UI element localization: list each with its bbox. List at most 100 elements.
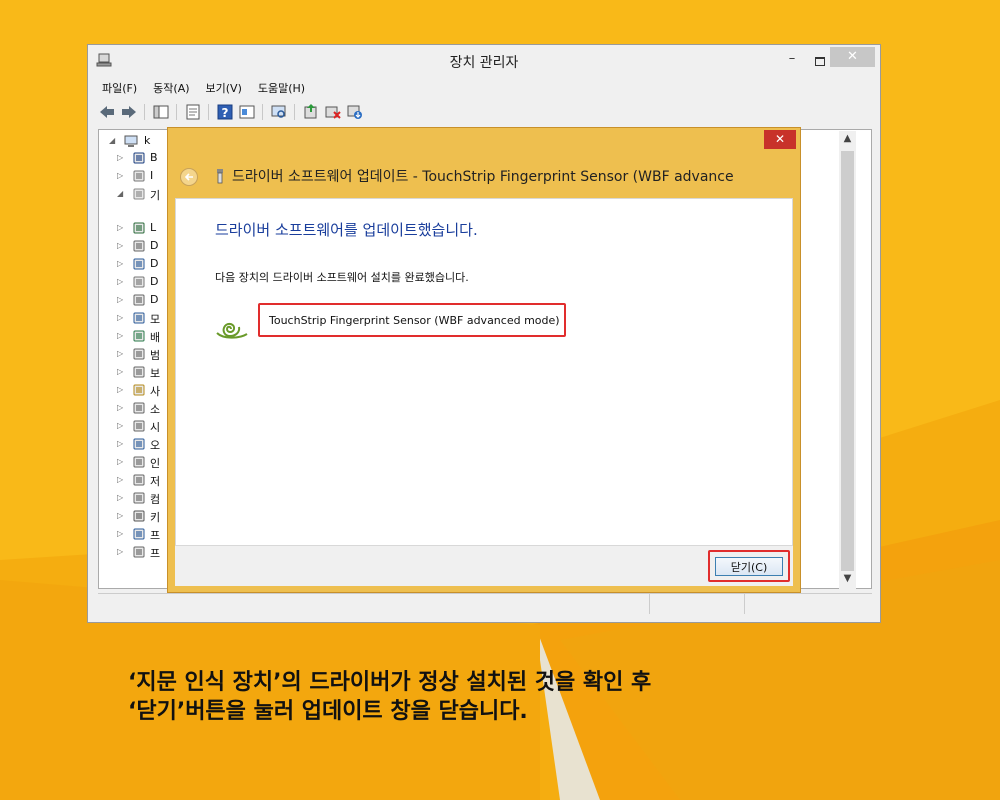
expand-icon[interactable]: ▷ [117,385,123,394]
network-adapter-icon [133,330,145,342]
maximize-button[interactable] [810,51,830,67]
scan-hardware-icon[interactable] [270,103,288,121]
tree-root[interactable]: ◢ k [99,133,169,151]
expand-icon[interactable]: ◢ [117,189,123,198]
tree-item[interactable] [99,202,189,220]
expand-icon[interactable]: ▷ [117,171,123,180]
scroll-down-button[interactable]: ▼ [839,573,856,587]
back-button[interactable] [180,168,198,186]
device-name-highlight: TouchStrip Fingerprint Sensor (WBF advan… [258,303,566,337]
help-icon[interactable]: ? [216,103,234,121]
toolbar-separator [262,104,263,120]
update-driver-icon[interactable] [302,103,320,121]
computer-icon [133,528,145,540]
expand-icon[interactable]: ▷ [117,421,123,430]
window-close-button[interactable]: ✕ [830,47,875,67]
scroll-thumb[interactable] [841,151,854,571]
expand-icon[interactable]: ▷ [117,259,123,268]
menu-bar: 파일(F) 동작(A) 보기(V) 도움말(H) [94,77,313,99]
tree-root-label: k [144,134,151,147]
expand-icon[interactable]: ◢ [109,136,115,145]
tree-item[interactable]: ▷ 컴 [99,490,169,508]
dialog-close-button[interactable]: ✕ [764,130,796,149]
tree-item[interactable]: ▷ 시 [99,418,169,436]
tree-item[interactable]: ▷ 배 [99,328,169,346]
expand-icon[interactable]: ▷ [117,349,123,358]
tree-item-label: 기 [150,189,161,202]
tree-item-label: 배 [150,331,161,344]
tree-item[interactable]: ▷ 키 [99,508,169,526]
scroll-up-button[interactable]: ▲ [839,133,856,147]
tree-item[interactable]: ▷ 소 [99,400,169,418]
tree-item-label: D [150,275,159,288]
expand-icon[interactable]: ▷ [117,277,123,286]
close-button[interactable]: 닫기(C) [715,557,783,576]
expand-icon[interactable]: ▷ [117,153,123,162]
expand-icon[interactable]: ▷ [117,439,123,448]
tree-item[interactable]: ▷ 사 [99,382,169,400]
uninstall-device-icon[interactable] [346,103,364,121]
expand-icon[interactable]: ▷ [117,529,123,538]
tree-item[interactable]: ▷ 인 [99,454,169,472]
tree-item[interactable]: ▷ 저 [99,472,169,490]
port-icon [133,366,145,378]
view-icon[interactable] [238,103,256,121]
expand-icon[interactable]: ▷ [117,511,123,520]
tree-item[interactable]: ▷ D [99,274,169,292]
tree-item[interactable]: ▷ D [99,238,169,256]
show-hide-tree-icon[interactable] [152,103,170,121]
back-arrow-icon [184,173,193,181]
tree-item[interactable]: ▷ 모 [99,310,169,328]
tree-item[interactable]: ▷ 오 [99,436,169,454]
tree-item-label: 모 [150,313,161,326]
tree-item[interactable]: ▷ B [99,150,169,168]
title-bar[interactable]: 장치 관리자 – ✕ [88,45,880,75]
expand-icon[interactable]: ▷ [117,367,123,376]
display-icon [133,258,145,270]
tree-item-label: 프 [150,529,161,542]
minimize-button[interactable]: – [782,51,802,67]
tree-item[interactable]: ▷ 프 [99,544,169,562]
expand-icon[interactable]: ▷ [117,475,123,484]
expand-icon[interactable]: ▷ [117,295,123,304]
back-arrow-icon[interactable] [98,103,116,121]
disable-device-icon[interactable] [324,103,342,121]
expand-icon[interactable]: ▷ [117,403,123,412]
software-icon [133,510,145,522]
forward-arrow-icon[interactable] [120,103,138,121]
bluetooth-icon [133,152,145,164]
tree-item[interactable]: ▷ 범 [99,346,169,364]
tree-item-label: 컴 [150,493,161,506]
mouse-icon [133,276,145,288]
expand-icon[interactable]: ▷ [117,331,123,340]
menu-file[interactable]: 파일(F) [94,77,145,99]
dialog-title: 드라이버 소프트웨어 업데이트 - TouchStrip Fingerprint… [232,169,734,185]
tree-item[interactable]: ▷ 보 [99,364,169,382]
tree-item-label: B [150,151,158,164]
expand-icon[interactable]: ▷ [117,493,123,502]
tree-item[interactable]: ▷ D [99,292,169,310]
menu-action[interactable]: 동작(A) [145,77,197,99]
close-button-highlight: 닫기(C) [708,550,790,582]
fingerprint-sensor-icon [216,322,248,339]
monitor-icon [133,312,145,324]
tree-item-label: I [150,169,154,182]
tree-scrollbar[interactable]: ▲ ▼ [839,131,856,589]
tree-item[interactable]: ▷ 프 [99,526,169,544]
tree-item[interactable]: ▷ I [99,168,169,186]
expand-icon[interactable]: ▷ [117,547,123,556]
tree-item[interactable]: ▷ L [99,220,169,238]
menu-help[interactable]: 도움말(H) [250,77,313,99]
properties-icon[interactable] [184,103,202,121]
expand-icon[interactable]: ▷ [117,223,123,232]
expand-icon[interactable]: ▷ [117,313,123,322]
menu-view[interactable]: 보기(V) [198,77,250,99]
expand-icon[interactable]: ▷ [117,241,123,250]
tree-item-label: 보 [150,367,161,380]
completion-message: 다음 장치의 드라이버 소프트웨어 설치를 완료했습니다. [215,271,469,284]
tree-item-label: 인 [150,457,161,470]
status-bar [98,593,872,614]
tree-item[interactable]: ▷ D [99,256,169,274]
tree-item-label: L [150,221,157,234]
expand-icon[interactable]: ▷ [117,457,123,466]
